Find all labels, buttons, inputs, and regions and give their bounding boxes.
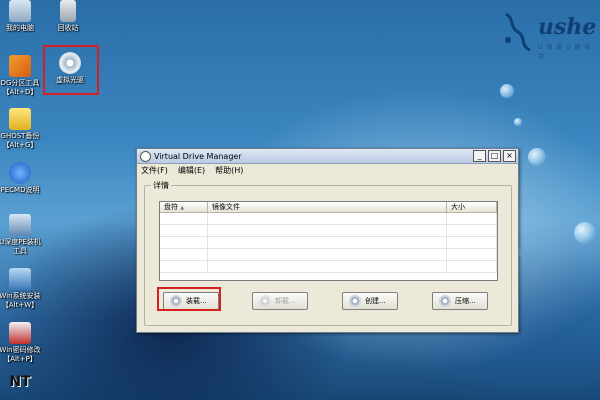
desktop-icon-hotkey: 【Alt+G】 — [2, 141, 38, 149]
desktop-icon-label: U深度PE装机 — [0, 238, 41, 246]
partition-tool-icon — [9, 55, 31, 77]
nt-logo-text: NT — [9, 374, 31, 390]
mount-button-highlight — [157, 287, 221, 311]
ushendu-logo: ushe U 深 度 U 盘 启 动 — [500, 10, 600, 60]
compress-button[interactable]: 压缩... — [432, 292, 488, 310]
water-drop-decoration — [574, 222, 596, 244]
column-header-drive-label: 盘符 — [164, 203, 178, 211]
desktop-icon-recycle-bin[interactable]: 回收站 — [42, 0, 94, 33]
desktop-icon-hotkey: 【Alt+W】 — [1, 301, 39, 309]
desktop-icon-sub: 工具 — [13, 247, 27, 255]
desktop-icon-hotkey: 【Alt+D】 — [2, 88, 38, 96]
list-item[interactable] — [160, 249, 497, 261]
minimize-button[interactable]: _ — [473, 150, 486, 162]
desktop-icon-label: 我的电脑 — [6, 24, 34, 32]
water-drop-decoration — [528, 148, 546, 166]
disc-eject-icon — [259, 295, 271, 307]
desktop-icon-hotkey: 【Alt+P】 — [3, 355, 37, 363]
logo-text: ushe — [538, 14, 597, 40]
desktop-icon-pe-installer[interactable]: U深度PE装机 工具 — [0, 214, 46, 256]
desktop-icon-label: GHOST备份 — [0, 132, 40, 140]
title-bar[interactable]: Virtual Drive Manager _ □ × — [137, 149, 518, 164]
water-drop-decoration — [514, 118, 522, 126]
create-button[interactable]: 创建... — [342, 292, 398, 310]
desktop-icon-label: DG分区工具 — [0, 79, 40, 87]
desktop-icon-label: PECMD说明 — [0, 186, 40, 194]
list-item[interactable] — [160, 237, 497, 249]
column-header-drive[interactable]: 盘符 ▲ — [160, 202, 208, 212]
sort-ascending-icon: ▲ — [180, 205, 185, 211]
ghost-icon — [9, 108, 31, 130]
desktop-icon-dg-partition[interactable]: DG分区工具 【Alt+D】 — [0, 55, 46, 97]
create-button-label: 创建... — [365, 297, 386, 305]
computer-icon — [9, 0, 31, 22]
desktop-icon-ghost[interactable]: GHOST备份 【Alt+G】 — [0, 108, 46, 150]
list-header: 盘符 ▲ 镜像文件 大小 — [160, 202, 497, 213]
menu-edit[interactable]: 编辑(E) — [178, 165, 205, 176]
disc-compress-icon — [439, 295, 451, 307]
windows-install-icon — [9, 268, 31, 290]
desktop-icon-label: 回收站 — [57, 24, 79, 32]
column-header-size[interactable]: 大小 — [447, 202, 497, 212]
virtual-drive-highlight — [43, 45, 99, 95]
logo-subtitle: U 深 度 U 盘 启 动 — [538, 44, 592, 60]
virtual-drive-manager-window: Virtual Drive Manager _ □ × 文件(F) 编辑(E) … — [136, 148, 519, 333]
desktop-icon-label: Win密码修改 — [0, 346, 41, 354]
menu-help[interactable]: 帮助(H) — [215, 165, 243, 176]
desktop-icon-pecmd[interactable]: PECMD说明 — [0, 162, 46, 195]
installer-icon — [9, 214, 31, 236]
app-icon — [140, 150, 151, 162]
close-button[interactable]: × — [503, 150, 516, 162]
desktop-icon-win-install[interactable]: Win系统安装 【Alt+W】 — [0, 268, 46, 310]
unmount-button-label: 卸载... — [275, 297, 296, 305]
desktop-icon-nt[interactable]: NT — [0, 374, 46, 390]
compress-button-label: 压缩... — [455, 297, 476, 305]
list-item[interactable] — [160, 225, 497, 237]
water-drop-decoration — [500, 84, 514, 98]
list-item[interactable] — [160, 213, 497, 225]
drive-list[interactable]: 盘符 ▲ 镜像文件 大小 — [159, 201, 498, 281]
desktop-icon-label: Win系统安装 — [0, 292, 41, 300]
details-group-label: 详情 — [151, 180, 171, 191]
desktop-icon-win-password[interactable]: Win密码修改 【Alt+P】 — [0, 322, 46, 364]
maximize-button[interactable]: □ — [488, 150, 501, 162]
window-title: Virtual Drive Manager — [154, 151, 242, 161]
column-header-image-file[interactable]: 镜像文件 — [208, 202, 447, 212]
unmount-button[interactable]: 卸载... — [252, 292, 308, 310]
recycle-bin-icon — [60, 0, 76, 22]
menu-file[interactable]: 文件(F) — [141, 165, 168, 176]
menu-bar: 文件(F) 编辑(E) 帮助(H) — [137, 164, 518, 177]
list-item[interactable] — [160, 261, 497, 273]
desktop-icon-my-computer[interactable]: 我的电脑 — [0, 0, 46, 33]
password-icon — [9, 322, 31, 344]
help-icon — [9, 162, 31, 184]
logo-mark-icon — [505, 12, 531, 52]
disc-create-icon — [349, 295, 361, 307]
